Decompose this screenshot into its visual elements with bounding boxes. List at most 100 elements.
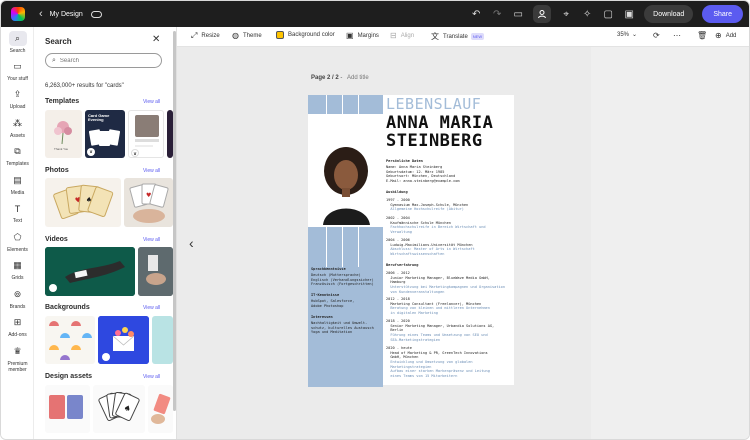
rail-item-addons[interactable]: ⊞ Add-ons	[1, 315, 34, 338]
templates-icon: ⧉	[14, 146, 21, 156]
photo-thumbnail[interactable]: ♥ ♠	[45, 178, 121, 227]
resume-last-name[interactable]: STEINBERG	[386, 132, 483, 150]
rail-item-brands[interactable]: ⊚ Brands	[1, 287, 34, 310]
rail-item-label: Media	[10, 190, 25, 196]
delete-button[interactable]: 🗑	[697, 31, 711, 40]
design-asset-thumbnail[interactable]: ♠	[93, 385, 145, 433]
view-all-videos-link[interactable]: View all	[143, 237, 160, 243]
rail-item-upload[interactable]: ⇪ Upload	[1, 87, 34, 110]
envelope-flowers-image	[98, 316, 149, 364]
canvas-area: Page 2 / 2 - Add title ‹ Sprachkenntniss…	[177, 47, 749, 439]
template-thumbnail[interactable]: Card Game Evening ♛	[85, 110, 125, 158]
elements-icon: ⬠	[13, 232, 22, 242]
panel-scrollbar[interactable]	[173, 31, 176, 411]
resize-button[interactable]: ⤢ Resize	[191, 31, 220, 41]
translate-button[interactable]: 文 Translate NEW	[431, 31, 485, 42]
work-entry-detail: Beratung von kleinen und mittleren Unter…	[390, 306, 490, 315]
comments-panel-icon[interactable]: ▭	[512, 8, 524, 20]
comment-icon[interactable]: ▢	[602, 8, 614, 20]
search-box[interactable]: ⌕	[45, 53, 162, 68]
work-entry-detail: Entwicklung und Umsetzung von globalen M…	[390, 360, 490, 378]
photo-thumbnail[interactable]: ♥	[124, 178, 173, 227]
resize-label: Resize	[201, 33, 220, 39]
rail-item-text[interactable]: T Text	[1, 201, 34, 225]
view-all-backgrounds-link[interactable]: View all	[143, 305, 160, 311]
share-button[interactable]: Share	[702, 5, 743, 23]
design-asset-thumbnail[interactable]	[148, 385, 173, 433]
text-icon: T	[14, 203, 21, 214]
more-options-button[interactable]: ⋯	[673, 31, 685, 40]
panel-title: Search	[45, 37, 72, 46]
align-button[interactable]: ⊟ Align	[390, 31, 414, 40]
view-all-photos-link[interactable]: View all	[143, 168, 160, 174]
it-skills-heading: IT-Kenntnisse	[311, 293, 340, 297]
translate-icon: 文	[431, 32, 439, 41]
education-entry-detail: Abschluss: Master of Arts in Wirtschaft …	[390, 247, 475, 256]
personal-data-lines: Name: Anna Maria Steinberg Geburtsdatum:…	[386, 165, 460, 183]
profile-photo[interactable]	[313, 141, 380, 225]
rail-item-search[interactable]: ⌕ Search	[1, 31, 34, 54]
left-rail: ⌕ Search ▭ Your stuff ⇪ Upload ⁂ Assets …	[1, 27, 34, 439]
grids-icon: ▦	[13, 260, 22, 270]
rail-item-grids[interactable]: ▦ Grids	[1, 258, 34, 281]
video-thumbnail[interactable]	[138, 247, 173, 296]
plus-circle-icon: ⊕	[715, 31, 722, 40]
close-icon[interactable]: ✕	[152, 34, 160, 45]
umbrella-pattern-image	[49, 321, 92, 360]
rail-item-media[interactable]: ▤ Media	[1, 173, 34, 196]
palette-icon: ◍	[232, 31, 239, 40]
lightbulb-icon[interactable]: ✧	[581, 8, 593, 20]
search-icon: ⌕	[52, 56, 56, 64]
page-label-separator: -	[338, 75, 345, 81]
present-icon[interactable]: ▣	[623, 8, 635, 20]
interests-heading: Interessen	[311, 315, 333, 319]
rail-item-templates[interactable]: ⧉ Templates	[1, 144, 34, 167]
search-input[interactable]	[59, 57, 150, 64]
background-thumbnail-partial[interactable]	[152, 316, 173, 364]
document-title[interactable]: My Design	[50, 11, 83, 18]
sync-button[interactable]: ⟳	[653, 31, 664, 40]
design-asset-thumbnail[interactable]	[45, 385, 90, 433]
work-entry: 2018 - 2020 Senior Marketing Manager, Ur…	[386, 319, 495, 333]
hand-cards-image	[151, 393, 171, 424]
zoom-dropdown[interactable]: 35% ⌄	[617, 31, 638, 39]
resume-first-name[interactable]: ANNA MARIA	[386, 114, 493, 132]
addons-icon: ⊞	[13, 317, 22, 327]
chevron-left-icon[interactable]: ‹	[39, 8, 43, 20]
rail-item-assets[interactable]: ⁂ Assets	[1, 116, 34, 139]
add-button[interactable]: ⊕ Add	[715, 31, 736, 40]
rail-item-label: Add-ons	[8, 332, 27, 338]
sidebar-top-band	[308, 95, 383, 114]
rail-item-elements[interactable]: ⬠ Elements	[1, 230, 34, 253]
location-pin-icon[interactable]: ⌖	[560, 8, 572, 20]
resume-page[interactable]: Sprachkenntnisse Deutsch (Muttersprache)…	[308, 95, 514, 387]
template-text: Card Game Evening	[88, 113, 110, 122]
canvas-toolbar: ⤢ Resize ◍ Theme Background color ▣ Margins…	[177, 27, 749, 47]
app-logo-icon[interactable]	[11, 7, 25, 21]
view-all-templates-link[interactable]: View all	[143, 99, 160, 105]
user-avatar-button[interactable]	[533, 5, 552, 23]
add-title-link[interactable]: Add title	[347, 75, 369, 81]
rail-item-your-stuff[interactable]: ▭ Your stuff	[1, 59, 34, 82]
background-thumbnail[interactable]	[98, 316, 149, 364]
chevron-down-icon: ⌄	[632, 32, 638, 38]
margins-button[interactable]: ▣ Margins	[346, 31, 379, 40]
theme-button[interactable]: ◍ Theme	[232, 31, 262, 40]
chevron-left-icon[interactable]: ‹	[189, 235, 194, 251]
template-text: Thank You	[54, 147, 69, 151]
background-color-button[interactable]: Background color	[276, 31, 335, 39]
template-thumbnail[interactable]: ♛	[128, 110, 164, 158]
trash-icon: 🗑	[697, 31, 708, 40]
education-entry: 2002 - 2004 Kaufmännische Schule München	[386, 216, 451, 225]
download-button[interactable]: Download	[644, 5, 694, 23]
video-thumbnail[interactable]	[45, 247, 135, 296]
undo-icon[interactable]: ↶	[470, 8, 482, 20]
view-all-design-assets-link[interactable]: View all	[143, 374, 160, 380]
sync-icon: ⟳	[653, 31, 660, 40]
resume-heading[interactable]: LEBENSLAUF	[386, 96, 481, 112]
background-thumbnail[interactable]	[45, 316, 95, 364]
template-thumbnail[interactable]: Thank You	[45, 110, 82, 158]
redo-icon[interactable]: ↷	[491, 8, 503, 20]
rail-item-premium[interactable]: ♛ Premium member	[1, 344, 34, 373]
page-number: Page 2 / 2	[311, 75, 339, 81]
